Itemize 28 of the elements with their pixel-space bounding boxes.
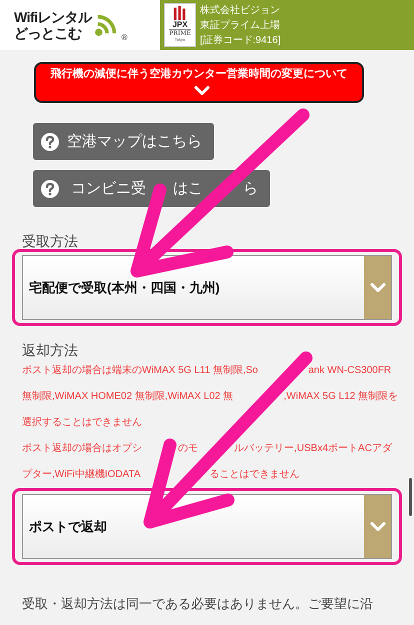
warning-text: 無制限,WiMAX HOME02 無制限,WiMAX L02 無 <box>22 390 234 404</box>
pickup-select[interactable]: 宅配便で受取(本州・四国・九州) <box>22 255 392 320</box>
chevron-down-icon <box>193 84 211 97</box>
return-select[interactable]: ポストで返却 <box>22 494 392 559</box>
warning-text: のモ <box>178 442 199 456</box>
warning-text: ることはできません <box>209 468 300 482</box>
info-text: 受取・返却方法は同一である必要はありません。ご要望に沿 <box>22 595 374 613</box>
logo[interactable]: Wifiレンタル どっとこむ <box>14 9 92 41</box>
chevron-down-icon <box>368 520 386 532</box>
warning-text: プター,WiFi中継機IODATA <box>22 468 142 482</box>
registered-mark: ® <box>122 33 128 42</box>
help-link-button[interactable]: 空港マップはこちら <box>33 123 214 160</box>
warning-text: ,WiMAX 5G L12 無制限を <box>284 390 398 404</box>
company-info-text: 東証プライム上場 <box>200 18 281 32</box>
warning-text: ルバッテリー,USBx4ポートACアダ <box>234 442 392 456</box>
scrollbar <box>409 478 412 516</box>
field-label: 返却方法 <box>22 342 79 358</box>
question-icon <box>41 132 59 150</box>
notice-banner[interactable]: 飛行機の減便に伴う空港カウンター営業時間の変更について <box>34 62 364 103</box>
question-icon <box>41 180 59 198</box>
warning-text: ポスト返却の場合は端末のWiMAX 5G L11 無制限,So <box>22 364 259 378</box>
warning-text: ank WN-CS300FR <box>308 364 392 378</box>
company-info-text: [証券コード:9416] <box>200 34 281 48</box>
field-label: 受取方法 <box>22 233 79 249</box>
warning-text: ポスト返却の場合はオプシ <box>22 442 143 456</box>
company-info-text: 株式会社ビジョン <box>200 4 281 18</box>
warning-text: 選択することはできません <box>22 416 142 430</box>
chevron-down-icon <box>368 282 386 294</box>
